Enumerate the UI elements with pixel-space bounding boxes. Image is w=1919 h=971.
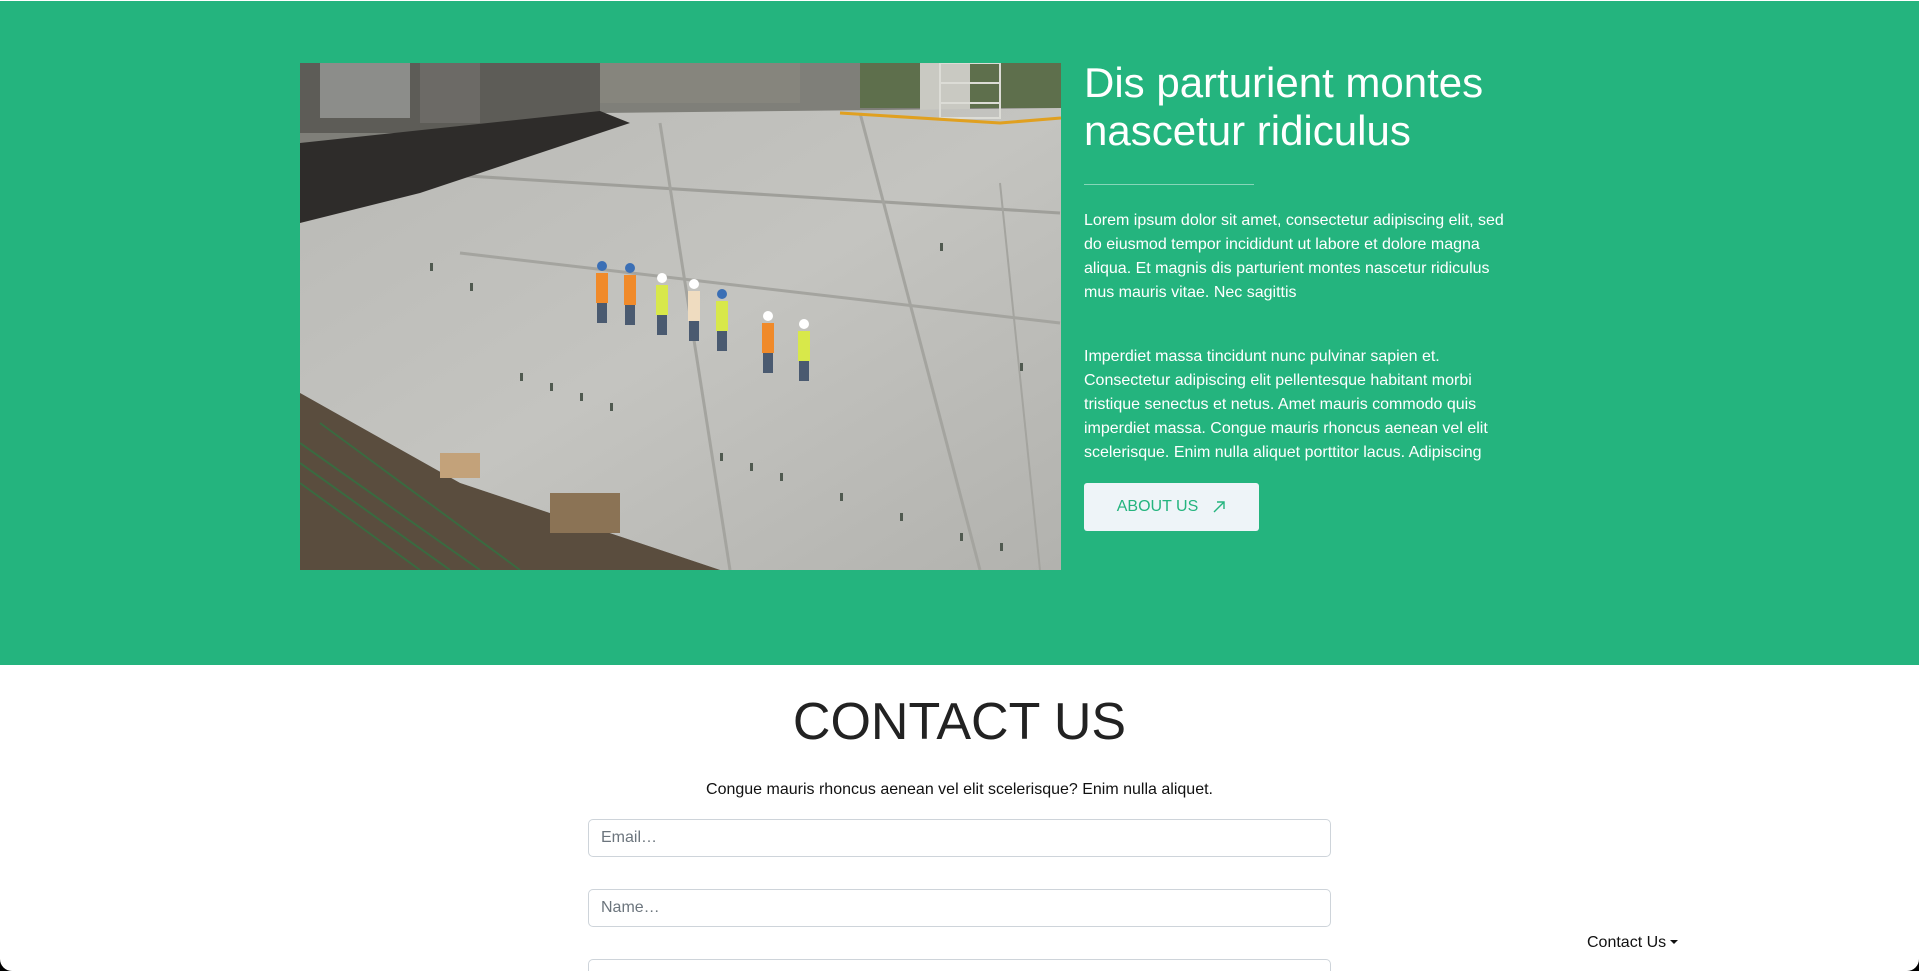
caret-down-icon: [1670, 940, 1679, 944]
section-headline: Dis parturient montes nascetur ridiculus: [1084, 59, 1484, 154]
email-input[interactable]: [588, 819, 1331, 857]
page: Dis parturient montes nascetur ridiculus…: [0, 0, 1919, 971]
contact-us-dropdown[interactable]: Contact Us: [1587, 932, 1679, 954]
name-input[interactable]: [588, 889, 1331, 927]
about-us-button-label: ABOUT US: [1116, 498, 1199, 515]
contact-title: CONTACT US: [792, 693, 1127, 751]
construction-site-image: [300, 63, 1061, 570]
headline-divider: [1084, 184, 1254, 185]
about-us-button[interactable]: ABOUT US: [1084, 483, 1259, 531]
arrow-up-right-icon: [1212, 500, 1226, 514]
about-paragraph-2: Imperdiet massa tincidunt nunc pulvinar …: [1084, 348, 1488, 461]
about-section: Dis parturient montes nascetur ridiculus…: [0, 1, 1919, 665]
contact-subtitle: Congue mauris rhoncus aenean vel elit sc…: [706, 781, 1213, 798]
contact-us-dropdown-label: Contact Us: [1587, 934, 1667, 951]
about-paragraph-1: Lorem ipsum dolor sit amet, consectetur …: [1084, 212, 1504, 301]
message-input[interactable]: [588, 959, 1331, 971]
